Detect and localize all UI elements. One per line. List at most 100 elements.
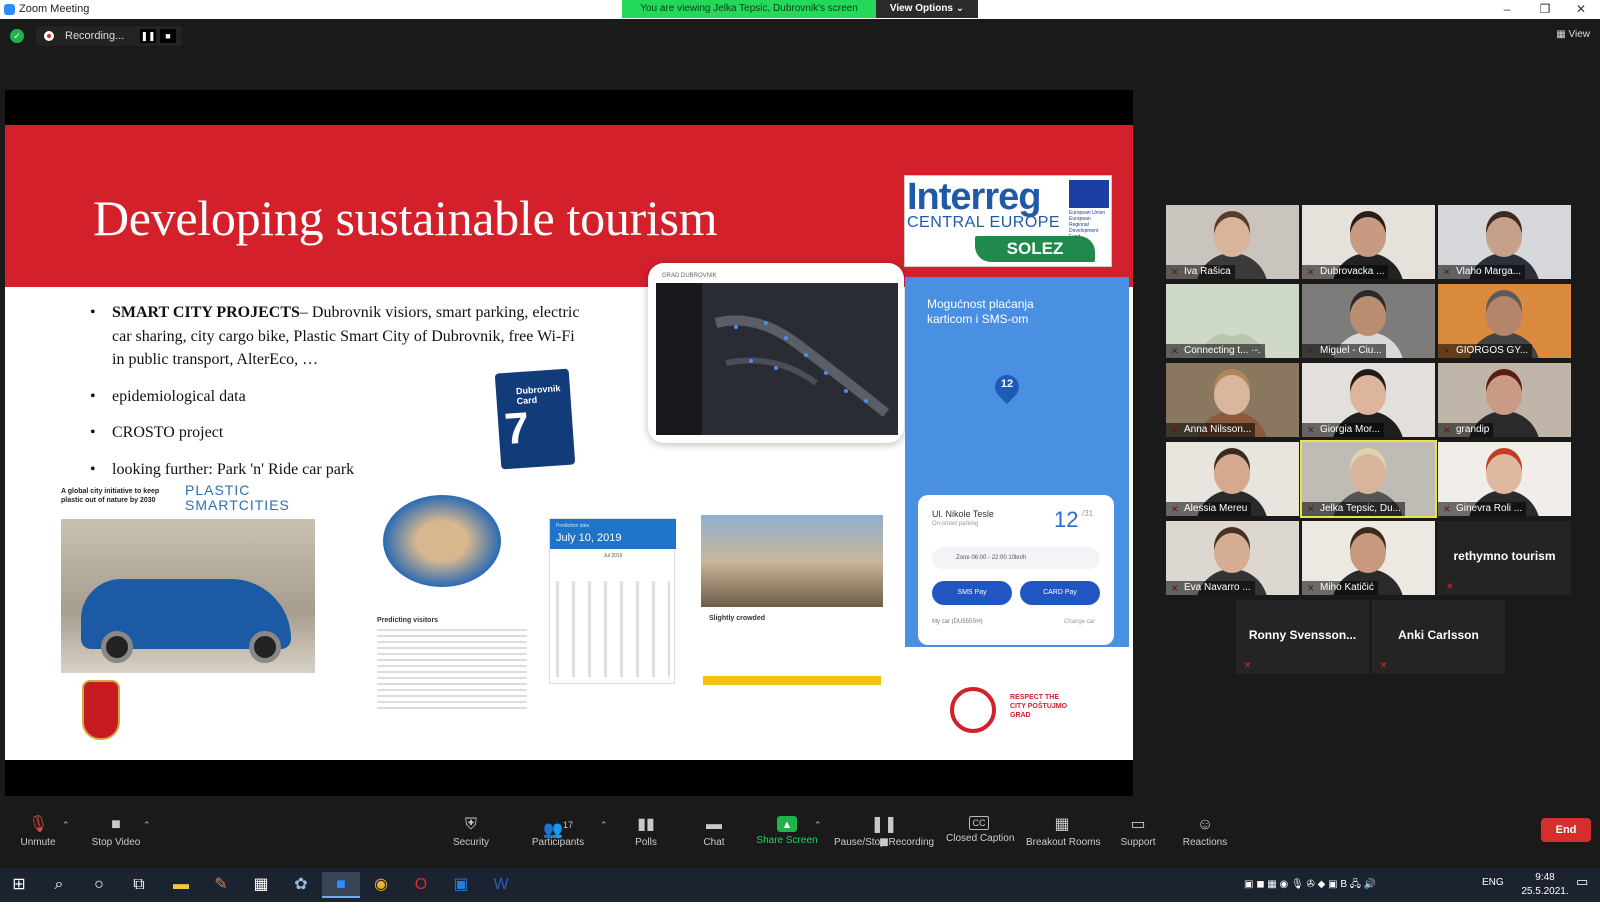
restore-button[interactable]: ❐ xyxy=(1530,1,1560,17)
outlook-icon[interactable]: ▣ xyxy=(442,872,480,898)
participant-tile[interactable]: ✕Ginevra Roli ... xyxy=(1438,442,1571,516)
participant-tile[interactable]: ✕Giorgia Mor... xyxy=(1302,363,1435,437)
visitor-map-screenshot: GRAD DUBROVNIK xyxy=(648,263,904,443)
window-title: Zoom Meeting xyxy=(19,3,90,15)
participant-head xyxy=(1486,375,1522,415)
gallery-view-button[interactable]: ▦ View xyxy=(1556,29,1590,40)
muted-mic-icon: ✕ xyxy=(1446,581,1454,591)
participants-button[interactable]: 👥17 Participants xyxy=(528,808,588,868)
participant-name: Jelka Tepsic, Du... xyxy=(1302,502,1405,516)
crowd-forecast-card: Slightly crowded xyxy=(701,607,883,687)
prediction-calendar: Prediction date July 10, 2019 Jul 2019 xyxy=(549,518,676,684)
security-shield-icon[interactable]: ✓ xyxy=(10,29,24,43)
stop-recording-button[interactable]: ■ xyxy=(160,29,176,43)
participant-head xyxy=(1350,533,1386,573)
polls-button[interactable]: ▮▮ Polls xyxy=(630,808,662,868)
file-explorer-icon[interactable]: ▬ xyxy=(162,872,200,898)
pause-stop-recording-button[interactable]: ❚❚ ■ Pause/Stop Recording xyxy=(834,808,934,868)
paint-app-icon[interactable]: ✿ xyxy=(282,872,320,898)
video-camera-icon: ■ xyxy=(111,816,121,833)
participant-head xyxy=(1486,296,1522,336)
close-button[interactable]: ✕ xyxy=(1566,1,1596,17)
closed-caption-button[interactable]: CC Closed Caption xyxy=(946,808,1014,868)
participant-tile[interactable]: ✕GIORGOS GY... xyxy=(1438,284,1571,358)
unmute-button[interactable]: 🎙 Unmute xyxy=(18,808,58,868)
cortana-icon[interactable]: ○ xyxy=(80,872,118,898)
participant-tile[interactable]: ✕Alessia Mereu xyxy=(1166,442,1299,516)
stop-video-button[interactable]: ■ Stop Video xyxy=(88,808,144,868)
participant-tile[interactable]: ✕Miguel - Ciu... xyxy=(1302,284,1435,358)
system-clock[interactable]: 9:48 25.5.2021. xyxy=(1520,871,1570,899)
end-meeting-button[interactable]: End xyxy=(1541,818,1591,842)
chat-button[interactable]: ▬ Chat xyxy=(700,808,728,868)
participant-name: Anki Carlsson xyxy=(1398,628,1479,642)
parking-street-sub: On-street parking xyxy=(932,521,979,527)
participant-tile[interactable]: ✕Dubrovacka ... xyxy=(1302,205,1435,279)
pause-recording-button[interactable]: ❚❚ xyxy=(140,29,156,43)
participant-tile[interactable]: ✕Jelka Tepsic, Du... xyxy=(1300,440,1437,518)
meeting-toolbar: 🎙 Unmute ⌃ ■ Stop Video ⌃ ⛨ Security 👥17… xyxy=(0,808,1600,868)
participant-name: Alessia Mereu xyxy=(1166,502,1252,516)
participant-tile[interactable]: ✕Iva Rašica xyxy=(1166,205,1299,279)
participant-tile[interactable]: ✕Vlaho Marga... xyxy=(1438,205,1571,279)
interreg-wordmark: Interreg xyxy=(907,176,1041,218)
reactions-button[interactable]: ☺ Reactions xyxy=(1182,808,1228,868)
participant-name: Miho Katičić xyxy=(1302,581,1378,595)
share-options-caret[interactable]: ⌃ xyxy=(814,820,822,831)
participant-name: Eva Navarro ... xyxy=(1166,581,1255,595)
calculator-icon[interactable]: ▦ xyxy=(242,872,280,898)
muted-microphone-icon: 🎙 xyxy=(28,816,49,833)
view-options-button[interactable]: View Options ⌄ xyxy=(876,0,978,18)
search-icon[interactable]: ⌕ xyxy=(40,872,78,898)
participant-tile[interactable]: ✕grandip xyxy=(1438,363,1571,437)
tray-icons[interactable]: ▣ ◼ ▦ ◉ 🎙 ✇ ◆ ▣ B 🖧 🔊 xyxy=(1244,877,1376,894)
windows-start-icon[interactable]: ⊞ xyxy=(0,872,38,898)
participants-options-caret[interactable]: ⌃ xyxy=(600,820,608,831)
pen-app-icon[interactable]: ✎ xyxy=(202,872,240,898)
participant-tile-no-video[interactable]: rethymno tourism ✕ xyxy=(1438,521,1571,595)
plastic-initiative-text: A global city initiative to keep plastic… xyxy=(61,488,160,504)
map-sidebar xyxy=(656,283,702,435)
breakout-rooms-button[interactable]: ▦ Breakout Rooms xyxy=(1026,808,1100,868)
electric-car-photo xyxy=(61,519,315,673)
participant-tile[interactable]: ✕Connecting t... ·-. xyxy=(1166,284,1299,358)
recording-indicator: Recording... ❚❚ ■ xyxy=(36,26,182,46)
zoom-taskbar-icon[interactable]: ■ xyxy=(322,872,360,898)
audio-options-caret[interactable]: ⌃ xyxy=(62,820,70,831)
shared-screen: Developing sustainable tourism Interreg … xyxy=(5,90,1133,796)
keyboard-language[interactable]: ENG xyxy=(1482,877,1504,888)
interreg-logo: Interreg CENTRAL EUROPE European Union E… xyxy=(904,175,1112,267)
stradun-photo xyxy=(701,515,883,607)
share-screen-button[interactable]: ▲ Share Screen xyxy=(756,808,818,868)
minimize-button[interactable]: – xyxy=(1492,1,1522,17)
participant-name: Anna Nilsson... xyxy=(1166,423,1256,437)
opera-icon[interactable]: O xyxy=(402,872,440,898)
calendar-caption: Prediction date xyxy=(556,523,590,529)
participant-name: Connecting t... ·-. xyxy=(1166,344,1265,358)
calendar-header: Prediction date July 10, 2019 xyxy=(550,519,676,549)
smiley-icon: ☺ xyxy=(1196,816,1214,833)
participant-head xyxy=(1350,217,1386,257)
my-car: My car (DU555SH) xyxy=(932,619,983,625)
participant-tile-no-video[interactable]: Anki Carlsson ✕ xyxy=(1372,600,1505,674)
participant-tile-no-video[interactable]: Ronny Svensson... ✕ xyxy=(1236,600,1369,674)
notifications-icon[interactable]: ▭ xyxy=(1576,874,1588,890)
participant-tile[interactable]: ✕Eva Navarro ... xyxy=(1166,521,1299,595)
video-options-caret[interactable]: ⌃ xyxy=(143,820,151,831)
crowd-level: Slightly crowded xyxy=(709,615,766,622)
word-icon[interactable]: W xyxy=(482,872,520,898)
task-view-icon[interactable]: ⧉ xyxy=(120,872,158,898)
screen-bottom-edge xyxy=(0,902,1600,918)
car-wheel xyxy=(101,631,133,663)
participant-tile[interactable]: ✕Anna Nilsson... xyxy=(1166,363,1299,437)
respect-logo-text: RESPECT THE CITY POŠTUJMO GRAD xyxy=(1010,694,1068,719)
participant-tile[interactable]: ✕Miho Katičić xyxy=(1302,521,1435,595)
support-button[interactable]: ▭ Support xyxy=(1118,808,1158,868)
chrome-icon[interactable]: ◉ xyxy=(362,872,400,898)
security-button[interactable]: ⛨ Security xyxy=(450,808,492,868)
participant-head xyxy=(1214,375,1250,415)
participant-head xyxy=(1486,454,1522,494)
participant-head xyxy=(1214,296,1250,336)
support-icon: ▭ xyxy=(1130,816,1146,833)
crowd-bars xyxy=(703,663,881,685)
